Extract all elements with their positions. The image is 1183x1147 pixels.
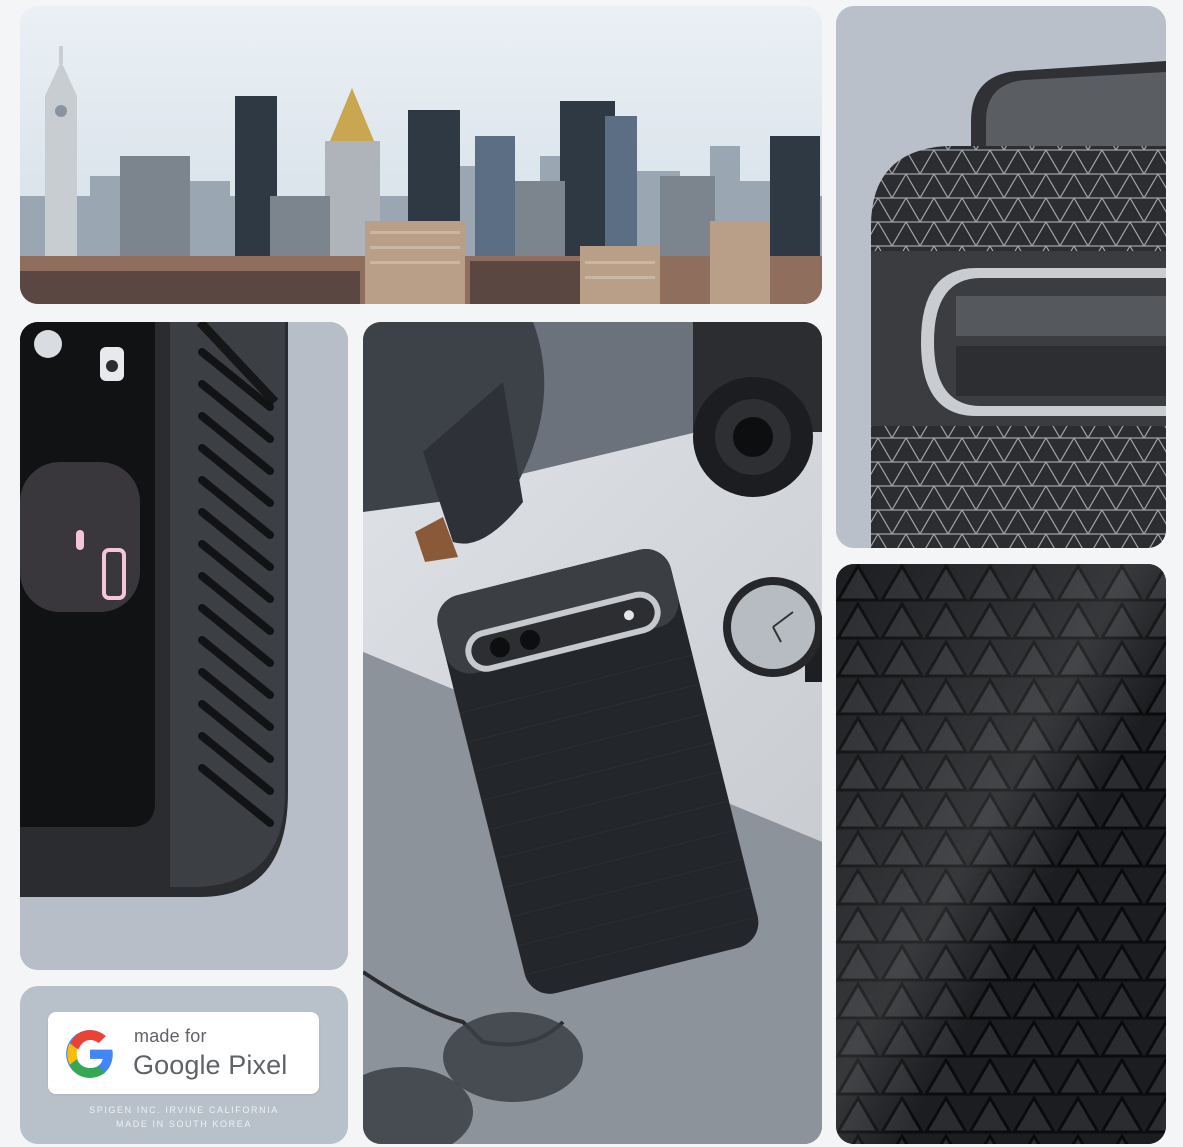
- badge-card: made for Google Pixel: [48, 1012, 319, 1094]
- made-for-google-pixel-badge: made for Google Pixel SPIGEN INC. IRVINE…: [20, 986, 348, 1144]
- city-skyline-photo: [20, 6, 822, 304]
- google-g-logo-icon: [66, 1030, 113, 1078]
- manufacturer-text: SPIGEN INC. IRVINE CALIFORNIA: [89, 1105, 279, 1115]
- google-pixel-label: Google Pixel: [133, 1050, 288, 1080]
- case-side-closeup-photo: [20, 322, 348, 970]
- triangle-texture-closeup-photo: [836, 564, 1166, 1144]
- camera-bar-closeup-photo: [836, 6, 1166, 548]
- made-for-label: made for: [134, 1026, 207, 1046]
- origin-text: MADE IN SOUTH KOREA: [116, 1119, 252, 1129]
- phone-flatlay-photo: [363, 322, 822, 1144]
